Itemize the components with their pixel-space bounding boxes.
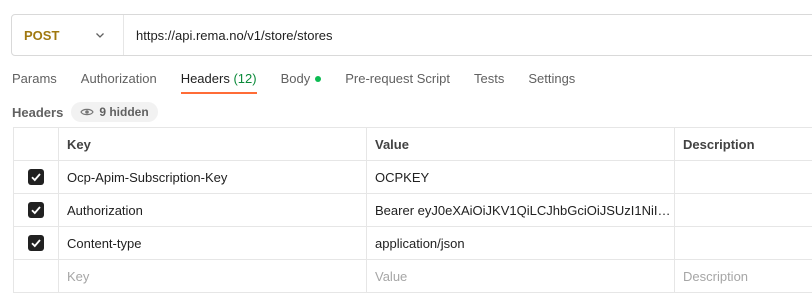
eye-icon xyxy=(80,108,95,116)
new-value-input[interactable]: Value xyxy=(366,260,674,292)
key-cell[interactable]: Content-type xyxy=(58,227,366,259)
tab-tests[interactable]: Tests xyxy=(474,66,504,94)
chevron-down-icon xyxy=(96,33,104,38)
tab-settings[interactable]: Settings xyxy=(528,66,575,94)
hidden-headers-toggle[interactable]: 9 hidden xyxy=(71,102,158,122)
headers-table: Key Value Description Ocp-Apim-Subscript… xyxy=(13,127,812,293)
tab-label: Headers xyxy=(180,71,230,86)
checkmark-icon xyxy=(31,173,41,182)
method-label: POST xyxy=(24,27,60,43)
new-key-input[interactable]: Key xyxy=(58,260,366,292)
row-checkbox[interactable] xyxy=(28,169,44,185)
tab-params[interactable]: Params xyxy=(12,66,57,94)
description-cell[interactable] xyxy=(674,161,812,193)
request-tabs: Params Authorization Headers (12) Body P… xyxy=(0,66,587,96)
headers-label: Headers xyxy=(12,104,64,120)
tab-label: Settings xyxy=(528,71,576,86)
request-bar: POST https://api.rema.no/v1/store/stores xyxy=(11,14,812,56)
table-row: Ocp-Apim-Subscription-Key OCPKEY xyxy=(13,161,812,194)
tab-label: Authorization xyxy=(80,71,157,86)
description-cell[interactable] xyxy=(674,227,812,259)
tab-body[interactable]: Body xyxy=(281,66,322,94)
tab-label: Body xyxy=(280,71,311,86)
value-cell[interactable]: Bearer eyJ0eXAiOiJKV1QiLCJhbGciOiJSUzI1N… xyxy=(366,194,674,226)
column-header-key: Key xyxy=(58,128,366,160)
key-cell[interactable]: Ocp-Apim-Subscription-Key xyxy=(58,161,366,193)
headers-toolbar: Headers 9 hidden xyxy=(12,101,158,123)
row-checkbox[interactable] xyxy=(28,235,44,251)
hidden-count-label: 9 hidden xyxy=(99,105,149,119)
checkmark-icon xyxy=(31,239,41,248)
description-cell[interactable] xyxy=(674,194,812,226)
tab-label: Params xyxy=(12,71,57,86)
value-cell[interactable]: application/json xyxy=(366,227,674,259)
table-header-row: Key Value Description xyxy=(13,128,812,161)
new-description-input[interactable]: Description xyxy=(674,260,812,292)
column-header-value: Value xyxy=(366,128,674,160)
tab-pre-request-script[interactable]: Pre-request Script xyxy=(345,66,450,94)
tab-label: Pre-request Script xyxy=(345,71,450,86)
table-row: Authorization Bearer eyJ0eXAiOiJKV1QiLCJ… xyxy=(13,194,812,227)
key-cell[interactable]: Authorization xyxy=(58,194,366,226)
value-text: Bearer eyJ0eXAiOiJKV1QiLCJhbGciOiJSUzI1N… xyxy=(375,202,674,218)
tab-headers[interactable]: Headers (12) xyxy=(180,66,257,94)
tab-authorization[interactable]: Authorization xyxy=(81,66,157,94)
row-checkbox-cell xyxy=(13,161,58,193)
tab-label: Tests xyxy=(473,71,505,86)
row-checkbox-cell xyxy=(13,227,58,259)
checkmark-icon xyxy=(31,206,41,215)
checkbox-column-header xyxy=(13,128,58,160)
column-header-description: Description xyxy=(674,128,812,160)
row-checkbox-cell xyxy=(13,194,58,226)
row-checkbox-cell xyxy=(13,260,58,292)
value-cell[interactable]: OCPKEY xyxy=(366,161,674,193)
status-dot-icon xyxy=(315,75,322,82)
url-input[interactable]: https://api.rema.no/v1/store/stores xyxy=(124,28,333,43)
table-row-new: Key Value Description xyxy=(13,260,812,293)
table-row: Content-type application/json xyxy=(13,227,812,260)
method-select[interactable]: POST xyxy=(12,15,124,55)
header-count: (12) xyxy=(233,71,257,86)
row-checkbox[interactable] xyxy=(28,202,44,218)
